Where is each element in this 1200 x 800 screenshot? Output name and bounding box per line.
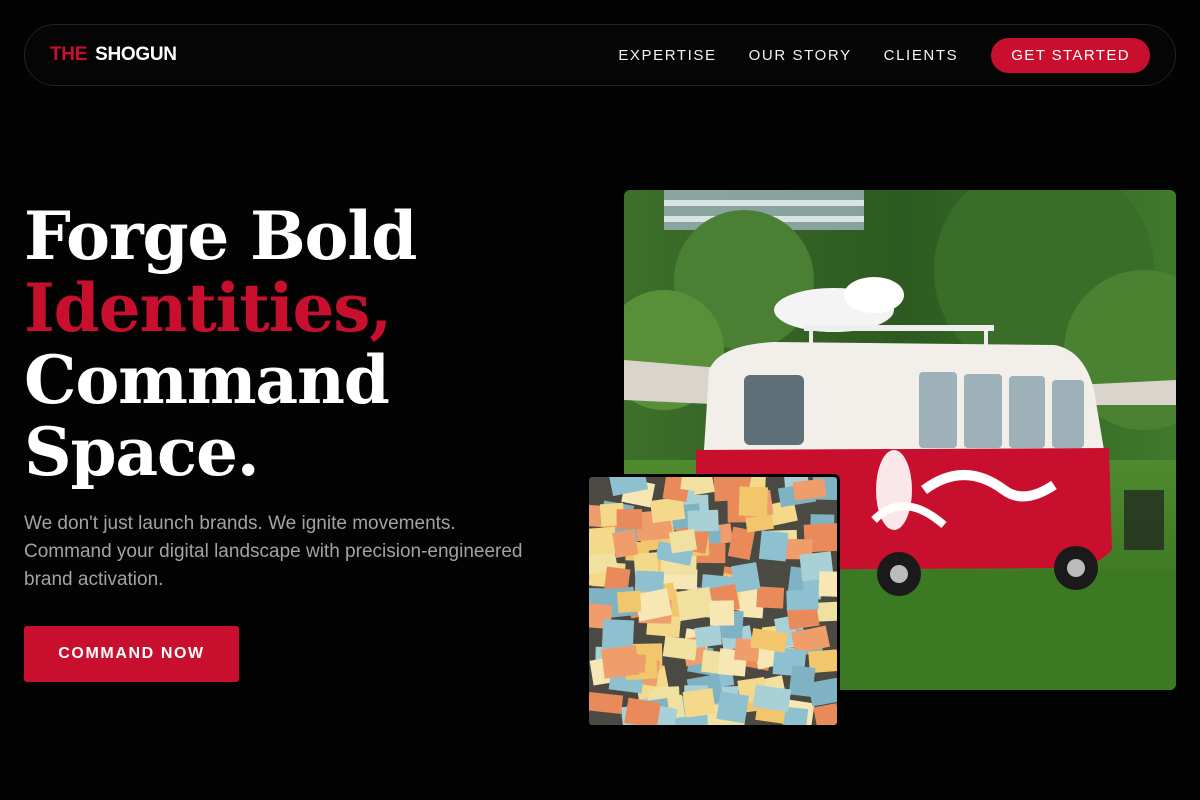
headline-line-1: Forge Bold (24, 197, 417, 275)
sticky-note (634, 570, 665, 593)
command-now-button[interactable]: COMMAND NOW (24, 626, 239, 682)
nav-link-clients[interactable]: CLIENTS (884, 47, 959, 64)
hero-subtext: We don't just launch brands. We ignite m… (24, 513, 523, 590)
nav-link-expertise[interactable]: EXPERTISE (618, 47, 716, 64)
brand-logo[interactable]: THE SHOGUN (50, 44, 177, 66)
sticky-note (589, 692, 624, 714)
sticky-note (792, 478, 827, 501)
headline-line-3: Command (24, 341, 390, 419)
sticky-note (758, 530, 789, 562)
top-nav: THE SHOGUN EXPERTISE OUR STORY CLIENTS GE… (24, 24, 1176, 86)
sticky-note (818, 571, 837, 598)
sticky-note (668, 528, 698, 554)
sticky-note (738, 486, 768, 517)
sticky-note (601, 645, 640, 679)
sticky-note (716, 691, 750, 724)
sticky-note (662, 635, 698, 661)
sticky-note (694, 624, 723, 648)
sticky-note (687, 509, 719, 532)
headline-line-4: Space. (24, 413, 260, 491)
sticky-note (601, 619, 635, 650)
sticky-note (788, 665, 816, 698)
hero-headline: Forge Bold Identities, Command Space. (24, 200, 584, 488)
sticky-note (709, 600, 735, 626)
headline-line-2: Identities, (24, 269, 392, 347)
sticky-note (616, 509, 643, 530)
sticky-note (617, 590, 642, 613)
logo-main: SHOGUN (95, 44, 177, 65)
logo-prefix: THE (50, 44, 88, 65)
sticky-note (675, 586, 714, 622)
sticky-notes-illustration (589, 477, 837, 725)
get-started-button[interactable]: GET STARTED (991, 37, 1150, 73)
sticky-note (682, 688, 716, 718)
hero-image-sticky-notes (586, 474, 840, 728)
sticky-note (589, 526, 617, 556)
sticky-note (756, 586, 785, 609)
nav-link-our-story[interactable]: OUR STORY (749, 47, 852, 64)
nav-links: EXPERTISE OUR STORY CLIENTS GET STARTED (618, 37, 1150, 73)
sticky-note (612, 529, 639, 558)
